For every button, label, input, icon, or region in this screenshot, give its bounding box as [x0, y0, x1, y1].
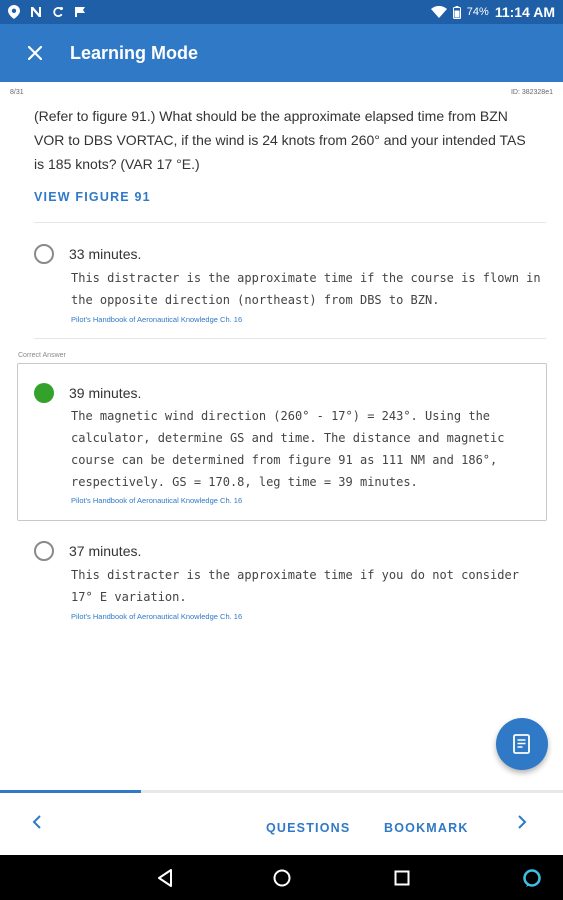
assistant-icon — [523, 868, 541, 887]
close-icon — [28, 46, 42, 60]
view-figure-link[interactable]: VIEW FIGURE 91 — [34, 190, 151, 204]
system-nav-bar — [0, 855, 563, 900]
divider — [34, 222, 546, 223]
answer-reference[interactable]: Pilot's Handbook of Aeronautical Knowled… — [71, 612, 242, 621]
notes-button[interactable] — [496, 718, 548, 770]
recents-button[interactable] — [382, 855, 422, 900]
answer-option[interactable]: 37 minutes. This distracter is the appro… — [34, 541, 546, 631]
system-status: 74% 11:14 AM — [430, 4, 555, 20]
page-title: Learning Mode — [70, 42, 199, 63]
correct-answer-label: Correct Answer — [18, 352, 66, 359]
answer-option[interactable]: 39 minutes. The magnetic wind direction … — [34, 383, 546, 513]
answer-reference[interactable]: Pilot's Handbook of Aeronautical Knowled… — [71, 315, 242, 324]
chevron-right-icon — [518, 815, 527, 829]
location-icon — [8, 5, 20, 19]
previous-button[interactable] — [32, 813, 42, 834]
question-id: ID: 382328e1 — [510, 89, 553, 96]
battery-percent: 74% — [466, 6, 489, 18]
next-button[interactable] — [517, 813, 527, 834]
radio-button-selected[interactable] — [34, 383, 54, 403]
clock: 11:14 AM — [494, 4, 555, 20]
answer-option[interactable]: 33 minutes. This distracter is the appro… — [34, 244, 546, 334]
app-bar: Learning Mode — [0, 24, 563, 82]
radio-button[interactable] — [34, 541, 54, 561]
home-icon — [273, 869, 291, 886]
bottom-nav: QUESTIONS BOOKMARK — [0, 793, 563, 855]
c-icon — [53, 7, 63, 17]
radio-button[interactable] — [34, 244, 54, 264]
question-text: (Refer to figure 91.) What should be the… — [34, 108, 526, 172]
chevron-left-icon — [32, 815, 41, 829]
battery-icon — [452, 5, 461, 19]
back-icon — [158, 868, 172, 887]
answer-label: 39 minutes. — [69, 385, 142, 401]
answer-explanation: This distracter is the approximate time … — [71, 271, 541, 307]
divider — [34, 338, 546, 339]
question-meta: 8/31 ID: 382328e1 — [10, 89, 553, 96]
questions-button[interactable]: QUESTIONS — [266, 821, 350, 835]
answer-reference[interactable]: Pilot's Handbook of Aeronautical Knowled… — [71, 496, 242, 505]
flag-icon — [75, 7, 85, 17]
n-icon — [31, 7, 41, 17]
notes-icon — [513, 734, 530, 754]
assistant-button[interactable] — [512, 855, 552, 900]
recents-icon — [394, 870, 410, 885]
home-button[interactable] — [262, 855, 302, 900]
close-button[interactable] — [0, 24, 70, 82]
answer-explanation: The magnetic wind direction (260° - 17°)… — [71, 409, 505, 489]
wifi-icon — [430, 6, 447, 18]
answer-label: 33 minutes. — [69, 246, 142, 262]
bookmark-button[interactable]: BOOKMARK — [384, 821, 469, 835]
question-position: 8/31 — [10, 89, 24, 96]
notification-icons — [8, 5, 86, 19]
answer-explanation: This distracter is the approximate time … — [71, 568, 519, 604]
answer-label: 37 minutes. — [69, 543, 142, 559]
status-bar: 74% 11:14 AM — [0, 0, 563, 24]
back-button[interactable] — [145, 855, 185, 900]
